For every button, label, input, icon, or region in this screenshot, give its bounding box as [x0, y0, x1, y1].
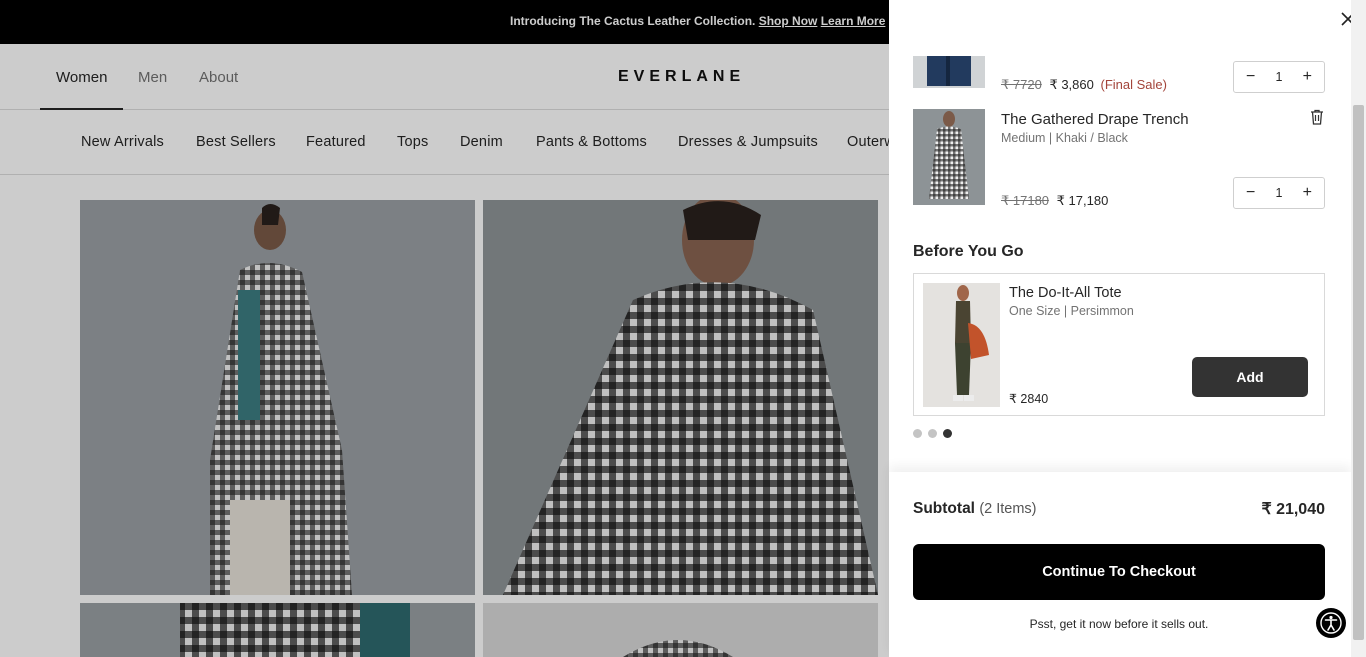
cart-item-2-variant: Medium | Khaki / Black — [1001, 131, 1128, 145]
cart-item-2-original-price: ₹ 17180 — [1001, 193, 1050, 208]
before-you-go-heading: Before You Go — [913, 243, 1024, 260]
trash-icon-glyph — [1311, 109, 1323, 125]
cart-item-2-title[interactable]: The Gathered Drape Trench — [1001, 111, 1189, 128]
page-dim-overlay[interactable] — [0, 0, 889, 657]
checkout-button[interactable]: Continue To Checkout — [913, 544, 1325, 600]
subtotal-label: Subtotal (2 Items) — [913, 500, 1037, 518]
cart-item-1-price: ₹ 7720 ₹ 3,860 (Final Sale) — [1001, 77, 1167, 93]
recommendation-title[interactable]: The Do-It-All Tote — [1009, 285, 1122, 301]
tote-model-illustration — [923, 283, 1000, 407]
cart-item-2-quantity-stepper: − 1 + — [1233, 177, 1325, 209]
accessibility-icon-glyph — [1320, 612, 1342, 634]
urgency-message: Psst, get it now before it sells out. — [1029, 617, 1209, 631]
recommendation-card: The Do-It-All Tote One Size | Persimmon … — [913, 273, 1325, 416]
subtotal-item-count: (2 Items) — [979, 501, 1037, 517]
denim-jacket-illustration — [913, 56, 985, 88]
cart-item-1-image[interactable] — [913, 56, 985, 88]
carousel-dot-3[interactable] — [943, 429, 952, 438]
quantity-value: 1 — [1275, 186, 1283, 200]
subtotal-text: Subtotal — [913, 500, 975, 517]
decrease-quantity-button[interactable]: − — [1246, 69, 1255, 85]
cart-item-2-image[interactable] — [913, 109, 985, 205]
carousel-dot-1[interactable] — [913, 429, 922, 438]
cart-item-1-current-price: ₹ 3,860 — [1049, 77, 1094, 92]
increase-quantity-button[interactable]: + — [1303, 185, 1312, 201]
quantity-value: 1 — [1275, 70, 1283, 84]
cart-footer: Subtotal (2 Items) ₹ 21,040 Continue To … — [889, 472, 1351, 657]
cart-item-1-quantity-stepper: − 1 + — [1233, 61, 1325, 93]
cart-item-2-current-price: ₹ 17,180 — [1056, 193, 1109, 208]
add-to-cart-button[interactable]: Add — [1192, 357, 1308, 397]
page: Introducing The Cactus Leather Collectio… — [0, 0, 1366, 657]
cart-item-1-original-price: ₹ 7720 — [1001, 77, 1042, 92]
trench-coat-illustration — [913, 109, 985, 205]
decrease-quantity-button[interactable]: − — [1246, 185, 1255, 201]
accessibility-icon[interactable] — [1316, 608, 1346, 638]
cart-item-2-price: ₹ 17180 ₹ 17,180 — [1001, 193, 1108, 209]
scrollbar-thumb[interactable] — [1353, 105, 1364, 640]
drawer-scrollbar[interactable] — [1351, 0, 1366, 657]
increase-quantity-button[interactable]: + — [1303, 69, 1312, 85]
subtotal-value: ₹ 21,040 — [1261, 501, 1325, 518]
recommendation-variant: One Size | Persimmon — [1009, 304, 1134, 318]
carousel-dots — [913, 429, 952, 438]
carousel-dot-2[interactable] — [928, 429, 937, 438]
trash-icon[interactable] — [1310, 109, 1324, 125]
final-sale-label: (Final Sale) — [1100, 77, 1167, 92]
recommendation-image[interactable] — [923, 283, 1000, 407]
recommendation-price: ₹ 2840 — [1009, 392, 1049, 406]
